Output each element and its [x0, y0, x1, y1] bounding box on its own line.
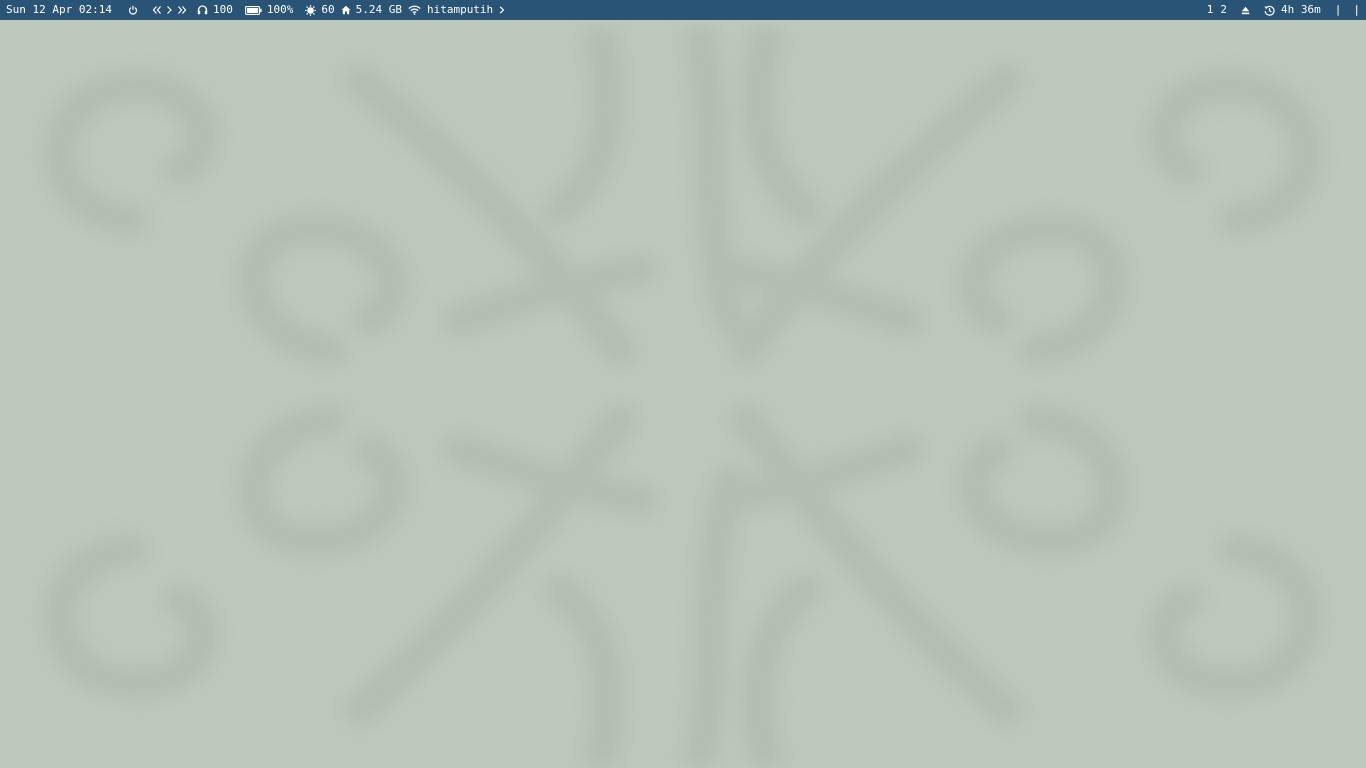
volume-value: 100	[212, 3, 233, 16]
volume-indicator[interactable]: 100	[197, 0, 233, 20]
disk-free-value: 5.24 GB	[355, 3, 402, 16]
wifi-icon	[408, 0, 421, 20]
chevron-right-icon[interactable]	[499, 0, 505, 20]
status-bar-right: 1 2 4h 36m | |	[1207, 0, 1360, 20]
uptime-indicator[interactable]: 4h 36m	[1264, 0, 1321, 20]
history-icon	[1264, 0, 1275, 20]
separator: |	[1334, 3, 1342, 16]
eject-icon[interactable]	[1241, 0, 1250, 20]
datetime[interactable]: Sun 12 Apr 02:14	[6, 0, 112, 20]
desktop[interactable]	[0, 20, 1366, 768]
fast-forward-icon[interactable]	[177, 0, 187, 20]
play-icon[interactable]	[166, 0, 173, 20]
power-icon[interactable]	[128, 0, 138, 20]
brightness-value: 60	[321, 3, 335, 16]
separator: |	[1353, 3, 1360, 16]
network-ssid: hitamputih	[426, 3, 494, 16]
uptime-value: 4h 36m	[1281, 3, 1321, 16]
home-icon	[341, 0, 351, 20]
wallpaper-pattern	[42, 23, 1324, 768]
battery-icon	[244, 0, 262, 20]
brightness-indicator[interactable]: 60	[305, 0, 335, 20]
brightness-icon	[305, 0, 317, 20]
disk-indicator: 5.24 GB	[341, 0, 402, 20]
top-status-bar: Sun 12 Apr 02:14 100 100% 60 5.24 GB hit…	[0, 0, 1366, 20]
headphones-icon	[197, 0, 208, 20]
workspace-1[interactable]: 1	[1207, 0, 1214, 20]
battery-value: 100%	[266, 3, 294, 16]
status-bar-left: Sun 12 Apr 02:14 100 100% 60 5.24 GB hit…	[6, 0, 505, 20]
rewind-icon[interactable]	[152, 0, 162, 20]
battery-indicator: 100%	[244, 0, 294, 20]
workspace-2[interactable]: 2	[1220, 0, 1227, 20]
network-indicator[interactable]: hitamputih	[408, 0, 505, 20]
